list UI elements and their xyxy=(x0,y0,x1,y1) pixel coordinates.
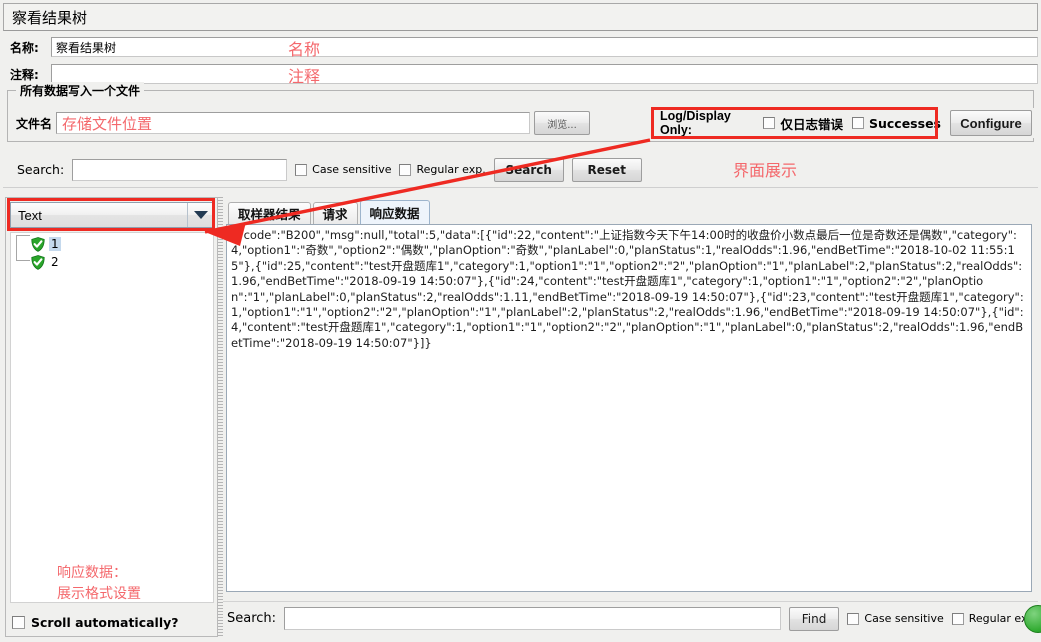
response-format-annotation: 响应数据： 展示格式设置 xyxy=(57,563,141,602)
log-errors-only-checkbox[interactable]: 仅日志错误 xyxy=(763,114,843,133)
tree-item-1[interactable]: 1 xyxy=(11,235,213,253)
comment-input[interactable] xyxy=(51,64,1038,84)
chevron-down-icon[interactable] xyxy=(187,203,213,227)
top-search-label: Search: xyxy=(17,162,65,177)
response-data-viewer[interactable]: {"code":"B200","msg":null,"total":5,"dat… xyxy=(226,224,1032,592)
tree-item-label: 2 xyxy=(51,255,59,269)
log-display-only-bar: Log/Display Only: 仅日志错误 Successes Config… xyxy=(651,108,1041,138)
filename-annotation: 存储文件位置 xyxy=(62,114,153,133)
top-regular-exp-checkbox[interactable]: Regular exp. xyxy=(399,163,486,176)
checkbox-box-icon xyxy=(847,612,860,625)
comment-row: 注释: xyxy=(3,62,1038,86)
find-button[interactable]: Find xyxy=(788,606,840,631)
top-search-button[interactable]: Search xyxy=(493,157,564,182)
tree-expand-handle[interactable] xyxy=(16,235,30,261)
log-successes-label: Successes xyxy=(868,115,941,131)
green-status-icon xyxy=(1024,605,1041,633)
browse-button[interactable]: 浏览... xyxy=(534,111,591,135)
bottom-case-sensitive-checkbox[interactable]: Case sensitive xyxy=(847,612,944,625)
name-label: 名称: xyxy=(10,40,39,55)
checkbox-box-icon xyxy=(12,616,25,629)
name-row: 名称: 察看结果树 xyxy=(3,35,1038,59)
results-tree-pane: Text 1 2 响应数据： 展示格式设置 Scroll automatical… xyxy=(5,197,218,637)
tab-request[interactable]: 请求 xyxy=(312,202,358,224)
checkbox-box-icon xyxy=(399,163,412,176)
top-case-sensitive-label: Case sensitive xyxy=(312,163,392,176)
response-format-annotation-line1: 响应数据： xyxy=(57,565,127,581)
name-input-value: 察看结果树 xyxy=(56,40,117,55)
top-case-sensitive-checkbox[interactable]: Case sensitive xyxy=(295,163,391,176)
scroll-automatically-label: Scroll automatically? xyxy=(31,615,179,630)
log-display-only-label: Log/Display Only: xyxy=(660,109,731,137)
renderer-select[interactable]: Text xyxy=(10,202,214,228)
log-successes-checkbox[interactable]: Successes xyxy=(851,115,941,131)
log-errors-only-label: 仅日志错误 xyxy=(780,116,843,132)
page-title: 察看结果树 xyxy=(12,8,88,27)
tree-item-2[interactable]: 2 xyxy=(11,253,213,271)
result-tabs: 取样器结果 请求 响应数据 xyxy=(223,200,430,224)
write-all-data-group-title: 所有数据写入一个文件 xyxy=(16,82,145,99)
top-search-input[interactable] xyxy=(72,158,288,181)
tab-sampler-result[interactable]: 取样器结果 xyxy=(228,202,311,224)
tab-response-data[interactable]: 响应数据 xyxy=(359,200,430,224)
bottom-search-label: Search: xyxy=(227,611,277,626)
results-tree[interactable]: 1 2 响应数据： 展示格式设置 xyxy=(10,232,214,603)
filename-input[interactable]: 存储文件位置 xyxy=(56,112,531,134)
app-window: 察看结果树 名称: 察看结果树 注释: 所有数据写入一个文件 文件名 存储文件位… xyxy=(0,0,1041,642)
renderer-select-value: Text xyxy=(18,207,42,223)
green-shield-check-icon xyxy=(31,254,45,270)
name-input[interactable]: 察看结果树 xyxy=(51,37,1038,57)
checkbox-box-icon xyxy=(851,117,864,129)
scroll-automatically-checkbox[interactable]: Scroll automatically? xyxy=(12,615,179,630)
checkbox-box-icon xyxy=(295,163,308,176)
bottom-search-toolbar: Search: Find Case sensitive Regular exp. xyxy=(223,601,1041,635)
tree-item-label: 1 xyxy=(49,237,61,251)
checkbox-box-icon xyxy=(951,612,964,625)
result-detail-pane: 取样器结果 请求 响应数据 {"code":"B200","msg":null,… xyxy=(223,197,1041,637)
filename-label: 文件名 xyxy=(16,116,53,131)
checkbox-box-icon xyxy=(763,117,776,129)
top-reset-button[interactable]: Reset xyxy=(571,157,642,182)
bottom-search-input[interactable] xyxy=(284,607,781,630)
response-format-annotation-line2: 展示格式设置 xyxy=(57,586,141,602)
configure-button[interactable]: Configure xyxy=(949,110,1032,136)
top-search-toolbar: Search: Case sensitive Regular exp. Sear… xyxy=(3,152,1038,188)
green-shield-check-icon xyxy=(31,236,45,252)
comment-label: 注释: xyxy=(10,67,39,82)
response-data-text: {"code":"B200","msg":null,"total":5,"dat… xyxy=(231,228,1024,350)
window-title-bar: 察看结果树 xyxy=(3,3,1038,31)
top-regular-exp-label: Regular exp. xyxy=(416,163,486,176)
bottom-case-sensitive-label: Case sensitive xyxy=(864,612,944,625)
